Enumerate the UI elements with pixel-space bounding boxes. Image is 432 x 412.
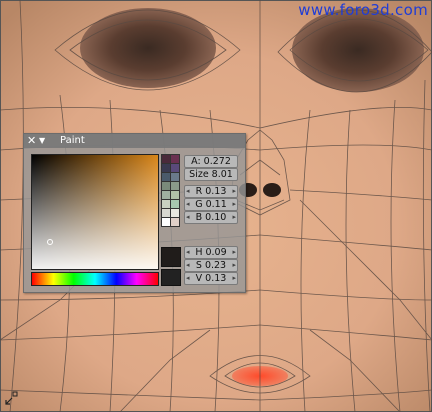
decrement-icon[interactable]: ◂ xyxy=(186,260,190,271)
picker-cursor[interactable] xyxy=(47,239,53,245)
current-color-swatch[interactable] xyxy=(161,247,181,267)
close-icon[interactable]: ✕ xyxy=(27,134,36,148)
collapse-icon[interactable]: ▼ xyxy=(39,134,45,148)
hue-slider[interactable] xyxy=(31,272,159,286)
3d-viewport[interactable]: www.foro3d.com ✕ ▼ Paint A: 0.272 Size 8… xyxy=(0,0,432,412)
decrement-icon[interactable]: ◂ xyxy=(186,212,190,223)
r-field[interactable]: ◂ R 0.13 ▸ xyxy=(184,185,238,198)
alpha-field[interactable]: A: 0.272 xyxy=(184,155,238,168)
right-nostril xyxy=(263,183,281,197)
s-field[interactable]: ◂ S 0.23 ▸ xyxy=(184,259,238,272)
right-eye xyxy=(292,8,424,92)
watermark-text: www.foro3d.com xyxy=(298,1,428,19)
increment-icon[interactable]: ▸ xyxy=(232,273,236,284)
paint-panel[interactable]: ✕ ▼ Paint A: 0.272 Size 8.01 ◂ R 0.13 ▸ … xyxy=(23,133,246,293)
b-field[interactable]: ◂ B 0.10 ▸ xyxy=(184,211,238,224)
decrement-icon[interactable]: ◂ xyxy=(186,199,190,210)
g-value: G 0.11 xyxy=(195,199,227,210)
increment-icon[interactable]: ▸ xyxy=(232,247,236,258)
h-value: H 0.09 xyxy=(195,247,227,258)
alpha-value: A: 0.272 xyxy=(191,156,231,167)
h-field[interactable]: ◂ H 0.09 ▸ xyxy=(184,246,238,259)
increment-icon[interactable]: ▸ xyxy=(232,186,236,197)
s-value: S 0.23 xyxy=(195,260,227,271)
saturation-value-picker[interactable] xyxy=(31,154,159,270)
decrement-icon[interactable]: ◂ xyxy=(186,273,190,284)
hue-color-swatch xyxy=(161,269,181,286)
increment-icon[interactable]: ▸ xyxy=(232,212,236,223)
tool-icon[interactable] xyxy=(4,390,20,406)
size-value: Size 8.01 xyxy=(189,169,233,180)
g-field[interactable]: ◂ G 0.11 ▸ xyxy=(184,198,238,211)
v-value: V 0.13 xyxy=(195,273,227,284)
color-swatches xyxy=(161,154,180,244)
decrement-icon[interactable]: ◂ xyxy=(186,247,190,258)
decrement-icon[interactable]: ◂ xyxy=(186,186,190,197)
increment-icon[interactable]: ▸ xyxy=(232,199,236,210)
increment-icon[interactable]: ▸ xyxy=(232,260,236,271)
paint-panel-header[interactable]: ✕ ▼ Paint xyxy=(24,134,245,148)
v-field[interactable]: ◂ V 0.13 ▸ xyxy=(184,272,238,285)
r-value: R 0.13 xyxy=(195,186,227,197)
size-field[interactable]: Size 8.01 xyxy=(184,168,238,181)
color-swatch[interactable] xyxy=(170,217,180,227)
panel-title: Paint xyxy=(60,135,85,146)
b-value: B 0.10 xyxy=(195,212,227,223)
